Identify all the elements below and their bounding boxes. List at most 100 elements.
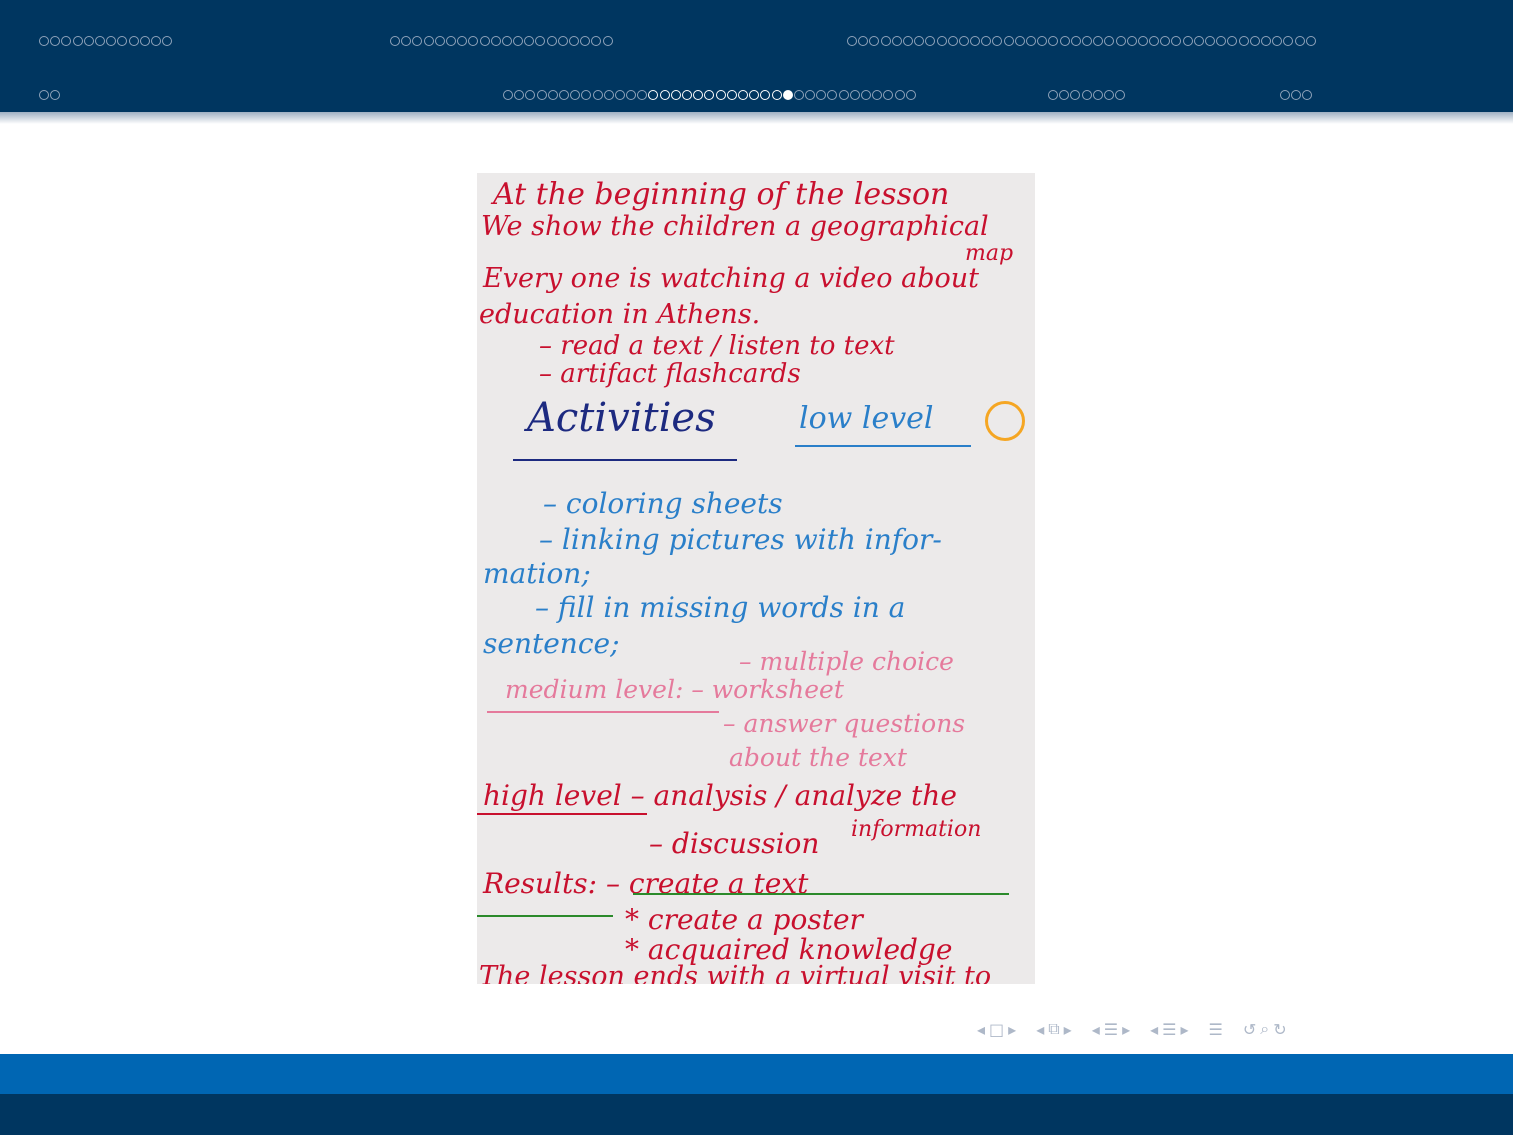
frame-dot[interactable] <box>869 36 880 46</box>
doc-next-icon[interactable]: ▸ <box>1180 1020 1188 1039</box>
frame-dot[interactable] <box>50 36 61 46</box>
frame-dot[interactable] <box>760 90 771 100</box>
frame-dot[interactable] <box>150 36 161 46</box>
subsection-icon[interactable]: ⧉ <box>1048 1019 1059 1039</box>
frame-dot[interactable] <box>693 90 704 100</box>
frame-dot[interactable] <box>704 90 715 100</box>
doc-icon[interactable]: ☰ <box>1162 1020 1176 1039</box>
frame-dot[interactable] <box>1115 90 1126 100</box>
frame-dot[interactable] <box>39 36 49 46</box>
frame-dot[interactable] <box>490 36 501 46</box>
frame-dot[interactable] <box>936 36 947 46</box>
frame-dot[interactable] <box>849 90 860 100</box>
frame-dot[interactable] <box>1070 36 1081 46</box>
frame-dot[interactable] <box>1249 36 1260 46</box>
frame-dot[interactable] <box>1272 36 1283 46</box>
frame-dot[interactable] <box>401 36 412 46</box>
frame-dot[interactable] <box>1238 36 1249 46</box>
frame-dot[interactable] <box>902 36 913 46</box>
frame-dot[interactable] <box>603 90 614 100</box>
frame-dot[interactable] <box>905 90 916 100</box>
frame-dot[interactable] <box>1216 36 1227 46</box>
frame-dot[interactable] <box>525 90 536 100</box>
frame-dot[interactable] <box>468 36 479 46</box>
frame-dot[interactable] <box>847 36 857 46</box>
subsection-prev-icon[interactable]: ◂ <box>1036 1020 1044 1039</box>
frame-dot[interactable] <box>536 90 547 100</box>
frame-dot[interactable] <box>1104 36 1115 46</box>
frame-dot[interactable] <box>390 36 400 46</box>
frame-dot[interactable] <box>827 90 838 100</box>
frame-dot[interactable] <box>117 36 128 46</box>
frame-dot[interactable] <box>1260 36 1271 46</box>
frame-dot[interactable] <box>782 90 793 100</box>
frame-dot[interactable] <box>1137 36 1148 46</box>
back-icon[interactable]: ↺ <box>1243 1020 1256 1039</box>
frame-dot[interactable] <box>816 90 827 100</box>
frame-dot[interactable] <box>524 36 535 46</box>
frame-dot[interactable] <box>513 36 524 46</box>
frame-dot[interactable] <box>457 36 468 46</box>
frame-dot[interactable] <box>61 36 72 46</box>
section-next-icon[interactable]: ▸ <box>1122 1020 1130 1039</box>
frame-dot[interactable] <box>1026 36 1036 46</box>
frame-dot[interactable] <box>793 90 804 100</box>
frame-dot[interactable] <box>805 90 816 100</box>
frame-dot[interactable] <box>1283 36 1294 46</box>
frame-dot[interactable] <box>434 36 445 46</box>
frame-dot[interactable] <box>546 36 557 46</box>
frame-dot[interactable] <box>1070 90 1081 100</box>
frame-dot[interactable] <box>1227 36 1238 46</box>
frame-dot[interactable] <box>580 36 591 46</box>
frame-dot[interactable] <box>861 90 871 100</box>
section-1-dots[interactable] <box>39 34 173 48</box>
frame-dot[interactable] <box>894 90 905 100</box>
frame-dot[interactable] <box>1294 36 1305 46</box>
section-prev-icon[interactable]: ◂ <box>1092 1020 1100 1039</box>
frame-dot[interactable] <box>445 36 456 46</box>
frame-dot[interactable] <box>39 90 49 100</box>
frame-dot[interactable] <box>1081 90 1092 100</box>
section-icon[interactable]: ☰ <box>1104 1020 1118 1039</box>
section-7-dots[interactable] <box>1280 88 1314 102</box>
frame-dot[interactable] <box>1093 36 1104 46</box>
section-6-dots[interactable] <box>1048 88 1126 102</box>
frame-dot[interactable] <box>1037 36 1048 46</box>
frame-dot[interactable] <box>1081 36 1092 46</box>
frame-dot[interactable] <box>557 36 568 46</box>
section-3-dots[interactable] <box>847 34 1317 48</box>
frame-dot[interactable] <box>1182 36 1193 46</box>
frame-dot[interactable] <box>514 90 525 100</box>
frame-dot[interactable] <box>838 90 849 100</box>
frame-dot[interactable] <box>592 90 603 100</box>
frame-dot[interactable] <box>1059 36 1070 46</box>
frame-dot[interactable] <box>162 36 173 46</box>
frame-dot[interactable] <box>1014 36 1025 46</box>
frame-dot[interactable] <box>914 36 925 46</box>
frame-dot[interactable] <box>670 90 681 100</box>
frame-dot[interactable] <box>1291 90 1302 100</box>
frame-dot[interactable] <box>1103 90 1114 100</box>
section-4-dots[interactable] <box>39 88 61 102</box>
section-2-dots[interactable] <box>390 34 614 48</box>
frame-dot[interactable] <box>1003 36 1014 46</box>
frame-dot[interactable] <box>659 90 670 100</box>
frame-dot[interactable] <box>1171 36 1182 46</box>
frame-dot[interactable] <box>535 36 546 46</box>
frame-dot[interactable] <box>880 36 891 46</box>
frame-dot[interactable] <box>737 90 748 100</box>
frame-dot[interactable] <box>1205 36 1215 46</box>
frame-dot[interactable] <box>139 36 150 46</box>
frame-dot[interactable] <box>83 36 94 46</box>
frame-dot[interactable] <box>501 36 512 46</box>
frame-dot[interactable] <box>958 36 969 46</box>
frame-dot[interactable] <box>626 90 637 100</box>
frame-dot[interactable] <box>1302 90 1313 100</box>
frame-dot[interactable] <box>423 36 434 46</box>
frame-dot[interactable] <box>682 90 692 100</box>
frame-dot[interactable] <box>947 36 958 46</box>
frame-dot[interactable] <box>1305 36 1316 46</box>
frame-dot[interactable] <box>50 90 61 100</box>
toc-icon[interactable]: ☰ <box>1209 1020 1223 1039</box>
frame-dot[interactable] <box>591 36 602 46</box>
